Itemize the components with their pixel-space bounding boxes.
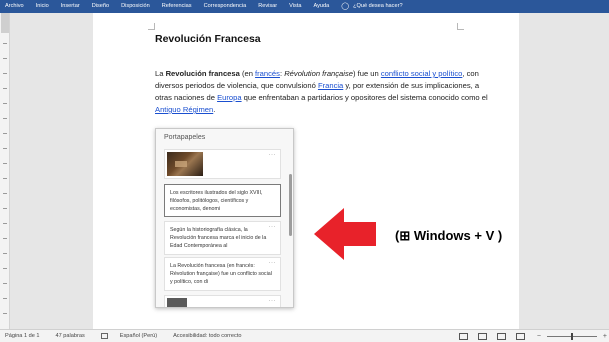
para-text: . xyxy=(213,105,216,114)
print-layout-icon[interactable] xyxy=(496,333,506,340)
read-mode-icon[interactable] xyxy=(477,333,487,340)
status-right-controls: − + xyxy=(458,330,609,342)
ruler-tick xyxy=(3,163,7,164)
ruler-tick xyxy=(3,253,7,254)
ruler-tick xyxy=(3,208,7,209)
clipboard-panel[interactable]: Portapapeles ··· Los escritores ilustrad… xyxy=(155,128,294,308)
clipboard-item-text-content: La Revolución francesa (en francés: Révo… xyxy=(170,263,272,285)
status-word-count[interactable]: 47 palabras xyxy=(56,333,85,339)
margin-corner-mark xyxy=(457,23,464,30)
para-text: ) fue un xyxy=(353,69,381,78)
ruler-tick xyxy=(3,178,7,179)
zoom-slider[interactable] xyxy=(546,333,597,340)
para-italic: Révolution française xyxy=(284,69,353,78)
tab-insertar[interactable]: Insertar xyxy=(61,0,80,13)
para-text: que enfrentaban a partidarios y opositor… xyxy=(241,93,488,102)
image-thumbnail xyxy=(167,298,187,307)
margin-corner-mark xyxy=(148,23,155,30)
link-europa[interactable]: Europa xyxy=(217,93,242,102)
tab-referencias[interactable]: Referencias xyxy=(162,0,192,13)
tab-disposicion[interactable]: Disposición xyxy=(121,0,150,13)
ruler-tick xyxy=(3,268,7,269)
status-bar: Página 1 de 1 47 palabras Español (Perú)… xyxy=(0,329,609,342)
ruler-tick xyxy=(3,58,7,59)
tab-vista[interactable]: Vista xyxy=(289,0,301,13)
tab-ayuda[interactable]: Ayuda xyxy=(314,0,330,13)
more-options-icon[interactable]: ··· xyxy=(269,260,277,266)
link-conflicto[interactable]: conflicto social y político xyxy=(381,69,462,78)
vertical-ruler[interactable] xyxy=(0,13,10,329)
painting-thumbnail xyxy=(167,152,203,176)
ribbon-tab-bar: Archivo Inicio Insertar Diseño Disposici… xyxy=(0,0,609,13)
para-text: La xyxy=(155,69,166,78)
focus-mode-icon[interactable] xyxy=(458,333,468,340)
ruler-tick xyxy=(3,103,7,104)
para-text: (en xyxy=(239,69,256,78)
status-language[interactable]: Español (Perú) xyxy=(120,333,157,339)
ruler-tick xyxy=(3,283,7,284)
ruler-margin-top xyxy=(1,13,9,33)
ruler-tick xyxy=(3,118,7,119)
document-paragraph[interactable]: La Revolución francesa (en francés: Révo… xyxy=(155,68,490,116)
document-heading[interactable]: Revolución Francesa xyxy=(155,33,261,45)
clipboard-item-text-content: Los escritores ilustrados del siglo XVII… xyxy=(170,190,263,212)
tab-revisar[interactable]: Revisar xyxy=(258,0,277,13)
tab-inicio[interactable]: Inicio xyxy=(36,0,49,13)
zoom-slider-knob[interactable] xyxy=(570,333,573,340)
ruler-tick xyxy=(3,88,7,89)
web-layout-icon[interactable] xyxy=(515,333,525,340)
para-bold: Revolución francesa xyxy=(165,69,240,78)
ruler-tick xyxy=(3,193,7,194)
red-arrow-icon xyxy=(314,208,376,260)
ruler-tick xyxy=(3,238,7,239)
lightbulb-icon[interactable]: ◯ xyxy=(341,0,349,13)
tab-diseno[interactable]: Diseño xyxy=(92,0,109,13)
more-options-icon[interactable]: ··· xyxy=(269,298,277,304)
more-options-icon[interactable]: ··· xyxy=(269,152,277,158)
clipboard-item-text-content: Según la historiografía clásica, la Revo… xyxy=(170,227,267,249)
clipboard-item-text[interactable]: Los escritores ilustrados del siglo XVII… xyxy=(164,184,281,217)
tell-me-search[interactable]: ¿Qué desea hacer? xyxy=(353,0,402,13)
link-frances[interactable]: francés xyxy=(255,69,280,78)
ruler-tick xyxy=(3,133,7,134)
status-page[interactable]: Página 1 de 1 xyxy=(5,333,40,339)
clipboard-item-text[interactable]: La Revolución francesa (en francés: Révo… xyxy=(164,257,281,291)
ruler-tick xyxy=(3,43,7,44)
tab-archivo[interactable]: Archivo xyxy=(5,0,24,13)
ruler-tick xyxy=(3,313,7,314)
more-options-icon[interactable]: ··· xyxy=(269,224,277,230)
clipboard-item-image[interactable]: ··· xyxy=(164,149,281,179)
shortcut-label: (⊞ Windows + V ) xyxy=(395,228,503,243)
clipboard-scrollbar[interactable] xyxy=(289,140,292,300)
clipboard-item-image[interactable]: ··· xyxy=(164,295,281,307)
clipboard-title: Portapapeles xyxy=(164,134,206,141)
zoom-out-icon[interactable]: − xyxy=(537,333,541,340)
scrollbar-thumb[interactable] xyxy=(289,174,292,236)
clipboard-item-text[interactable]: Según la historiografía clásica, la Revo… xyxy=(164,221,281,255)
zoom-in-icon[interactable]: + xyxy=(603,333,607,340)
tab-correspondencia[interactable]: Correspondencia xyxy=(204,0,247,13)
ruler-tick xyxy=(3,223,7,224)
link-francia[interactable]: Francia xyxy=(318,81,343,90)
ruler-tick xyxy=(3,73,7,74)
ruler-tick xyxy=(3,148,7,149)
ruler-tick xyxy=(3,298,7,299)
proofing-icon[interactable] xyxy=(100,333,108,339)
link-antiguo-regimen[interactable]: Antiguo Régimen xyxy=(155,105,213,114)
status-accessibility[interactable]: Accesibilidad: todo correcto xyxy=(173,333,241,339)
